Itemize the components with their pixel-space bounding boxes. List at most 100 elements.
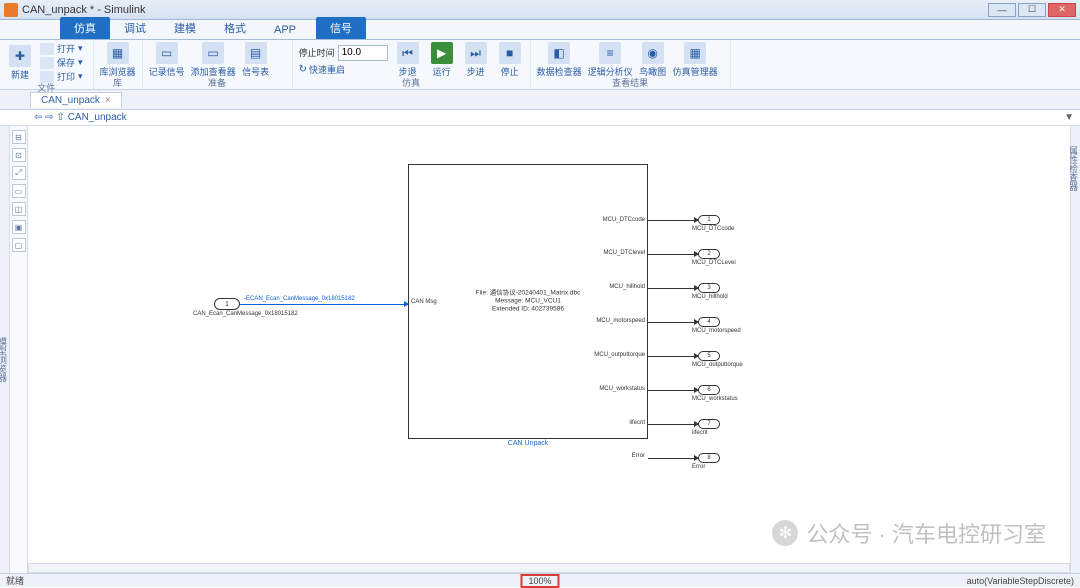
outport-1[interactable]: 2	[698, 249, 720, 259]
outport-label-6: lifecnt	[692, 430, 708, 436]
outport-label-1: MCU_DTCLevel	[692, 260, 736, 266]
maximize-button[interactable]: ☐	[1018, 3, 1046, 17]
group-library: 库	[100, 78, 136, 88]
sim-manager-button[interactable]: ▦仿真管理器	[673, 42, 718, 78]
tab-modeling[interactable]: 建模	[160, 17, 210, 39]
signal-table-button[interactable]: ▤信号表	[242, 42, 270, 78]
signal-line-out-1[interactable]	[648, 254, 698, 255]
can-inport-label: CAN Msg	[411, 299, 437, 305]
outport-label-7: Error	[692, 464, 705, 470]
ribbon: ✚新建 打开 ▾ 保存 ▾ 打印 ▾ 文件 ▦库浏览器 库 ▭记录信号 ▭添加查…	[0, 40, 1080, 90]
signal-line-out-2[interactable]	[648, 288, 698, 289]
new-button[interactable]: ✚新建	[6, 45, 34, 81]
tab-debug[interactable]: 调试	[110, 17, 160, 39]
outport-label-4: MCU_outputtorque	[692, 362, 743, 368]
stop-time-label: 停止时间	[299, 46, 335, 59]
doc-tab-label: CAN_unpack	[41, 95, 100, 106]
tab-app[interactable]: APP	[260, 21, 310, 39]
path-dropdown[interactable]: ▼	[1064, 112, 1074, 123]
log-signal-button[interactable]: ▭记录信号	[149, 42, 185, 78]
group-results: 查看结果	[537, 78, 724, 88]
signal-line-out-7[interactable]	[648, 458, 698, 459]
run-button[interactable]: ▶运行	[428, 42, 456, 78]
canvas[interactable]: 1 CAN_Ecan_CanMessage_0x18015182 -ECAN_E…	[28, 126, 1070, 573]
signal-line-input[interactable]	[240, 304, 408, 305]
path-text[interactable]: CAN_unpack	[68, 112, 127, 123]
outport-4[interactable]: 5	[698, 351, 720, 361]
window-title: CAN_unpack * - Simulink	[22, 4, 988, 16]
signal-line-out-4[interactable]	[648, 356, 698, 357]
doc-tabs: CAN_unpack ×	[0, 90, 1080, 110]
outport-5[interactable]: 6	[698, 385, 720, 395]
can-out-3: MCU_motorspeed	[596, 318, 645, 324]
palette-hide[interactable]: ⊟	[12, 130, 26, 144]
inport-block[interactable]: 1	[214, 298, 240, 310]
save-button[interactable]: 保存 ▾	[40, 56, 83, 69]
can-out-4: MCU_outputtorque	[594, 352, 645, 358]
palette-area[interactable]: ▢	[12, 238, 26, 252]
outport-2[interactable]: 3	[698, 283, 720, 293]
can-out-5: MCU_workstatus	[599, 386, 645, 392]
can-block-text: File: 通信协议-20240401_Matrix.dbc Message: …	[476, 289, 581, 314]
close-button[interactable]: ✕	[1048, 3, 1076, 17]
palette-zoom-in[interactable]: ⤢	[12, 166, 26, 180]
watermark: ✻ 公众号 · 汽车电控研习室	[772, 517, 1046, 549]
signal-line-out-0[interactable]	[648, 220, 698, 221]
data-inspector-button[interactable]: ◧数据检查器	[537, 42, 582, 78]
outport-6[interactable]: 7	[698, 419, 720, 429]
signal-line-out-6[interactable]	[648, 424, 698, 425]
outport-label-3: MCU_motorspeed	[692, 328, 741, 334]
can-out-0: MCU_DTCcode	[603, 217, 645, 223]
status-solver: auto(VariableStepDiscrete)	[967, 576, 1074, 586]
palette-annotation[interactable]: ◫	[12, 202, 26, 216]
wechat-icon: ✻	[772, 520, 798, 546]
zoom-level[interactable]: 100%	[520, 574, 559, 588]
can-out-6: lifecnt	[629, 420, 645, 426]
group-file: 文件	[6, 83, 87, 93]
can-out-7: Error	[632, 453, 645, 459]
minimize-button[interactable]: —	[988, 3, 1016, 17]
tab-signal[interactable]: 信号	[316, 17, 366, 39]
group-simulation: 仿真	[299, 78, 524, 88]
step-forward-button[interactable]: ⏭步进	[462, 42, 490, 78]
workspace: 模型浏览器 ⊟ ⊡ ⤢ ▭ ◫ ▣ ▢ 1 CAN_Ecan_CanMessag…	[0, 126, 1080, 573]
property-inspector-panel[interactable]: 属性检查器	[1070, 126, 1080, 573]
path-bar: ⇦ ⇨ ⇧ CAN_unpack ▼	[0, 110, 1080, 126]
outport-label-5: MCU_workstatus	[692, 396, 738, 402]
signal-line-out-3[interactable]	[648, 322, 698, 323]
can-block-caption: CAN Unpack	[408, 440, 648, 447]
horizontal-scrollbar[interactable]	[28, 563, 1070, 573]
outport-3[interactable]: 4	[698, 317, 720, 327]
add-viewer-button[interactable]: ▭添加查看器	[191, 42, 236, 78]
tab-simulation[interactable]: 仿真	[60, 17, 110, 39]
stop-time-input[interactable]	[338, 45, 388, 61]
print-button[interactable]: 打印 ▾	[40, 70, 83, 83]
palette-fit[interactable]: ▭	[12, 184, 26, 198]
ribbon-tabs: 仿真 调试 建模 格式 APP 信号	[0, 20, 1080, 40]
library-browser-button[interactable]: ▦库浏览器	[100, 42, 136, 78]
signal-label: -ECAN_Ecan_CanMessage_0x18015182	[244, 296, 355, 302]
canvas-palette: ⊟ ⊡ ⤢ ▭ ◫ ▣ ▢	[10, 126, 28, 573]
logic-analyzer-button[interactable]: ≡逻辑分析仪	[588, 42, 633, 78]
can-out-2: MCU_hillhold	[609, 284, 645, 290]
step-back-button[interactable]: ⏮步退	[394, 42, 422, 78]
doc-tab[interactable]: CAN_unpack ×	[30, 92, 122, 108]
stop-button[interactable]: ■停止	[496, 42, 524, 78]
inport-label: CAN_Ecan_CanMessage_0x18015182	[193, 311, 298, 317]
signal-line-out-5[interactable]	[648, 390, 698, 391]
tab-format[interactable]: 格式	[210, 17, 260, 39]
outport-7[interactable]: 8	[698, 453, 720, 463]
can-unpack-block[interactable]: CAN Msg File: 通信协议-20240401_Matrix.dbc M…	[408, 164, 648, 439]
open-button[interactable]: 打开 ▾	[40, 42, 83, 55]
palette-image[interactable]: ▣	[12, 220, 26, 234]
outport-label-0: MCU_DTCcode	[692, 226, 734, 232]
palette-zoom-fit[interactable]: ⊡	[12, 148, 26, 162]
model-browser-panel[interactable]: 模型浏览器	[0, 126, 10, 573]
outport-0[interactable]: 1	[698, 215, 720, 225]
fast-restart-button[interactable]: ↻快速重启	[299, 63, 388, 76]
can-out-1: MCU_DTClevel	[603, 250, 645, 256]
app-icon	[4, 3, 18, 17]
status-ready: 就绪	[6, 574, 66, 587]
birdseye-button[interactable]: ◉鸟瞰图	[639, 42, 667, 78]
doc-tab-close[interactable]: ×	[105, 95, 111, 106]
